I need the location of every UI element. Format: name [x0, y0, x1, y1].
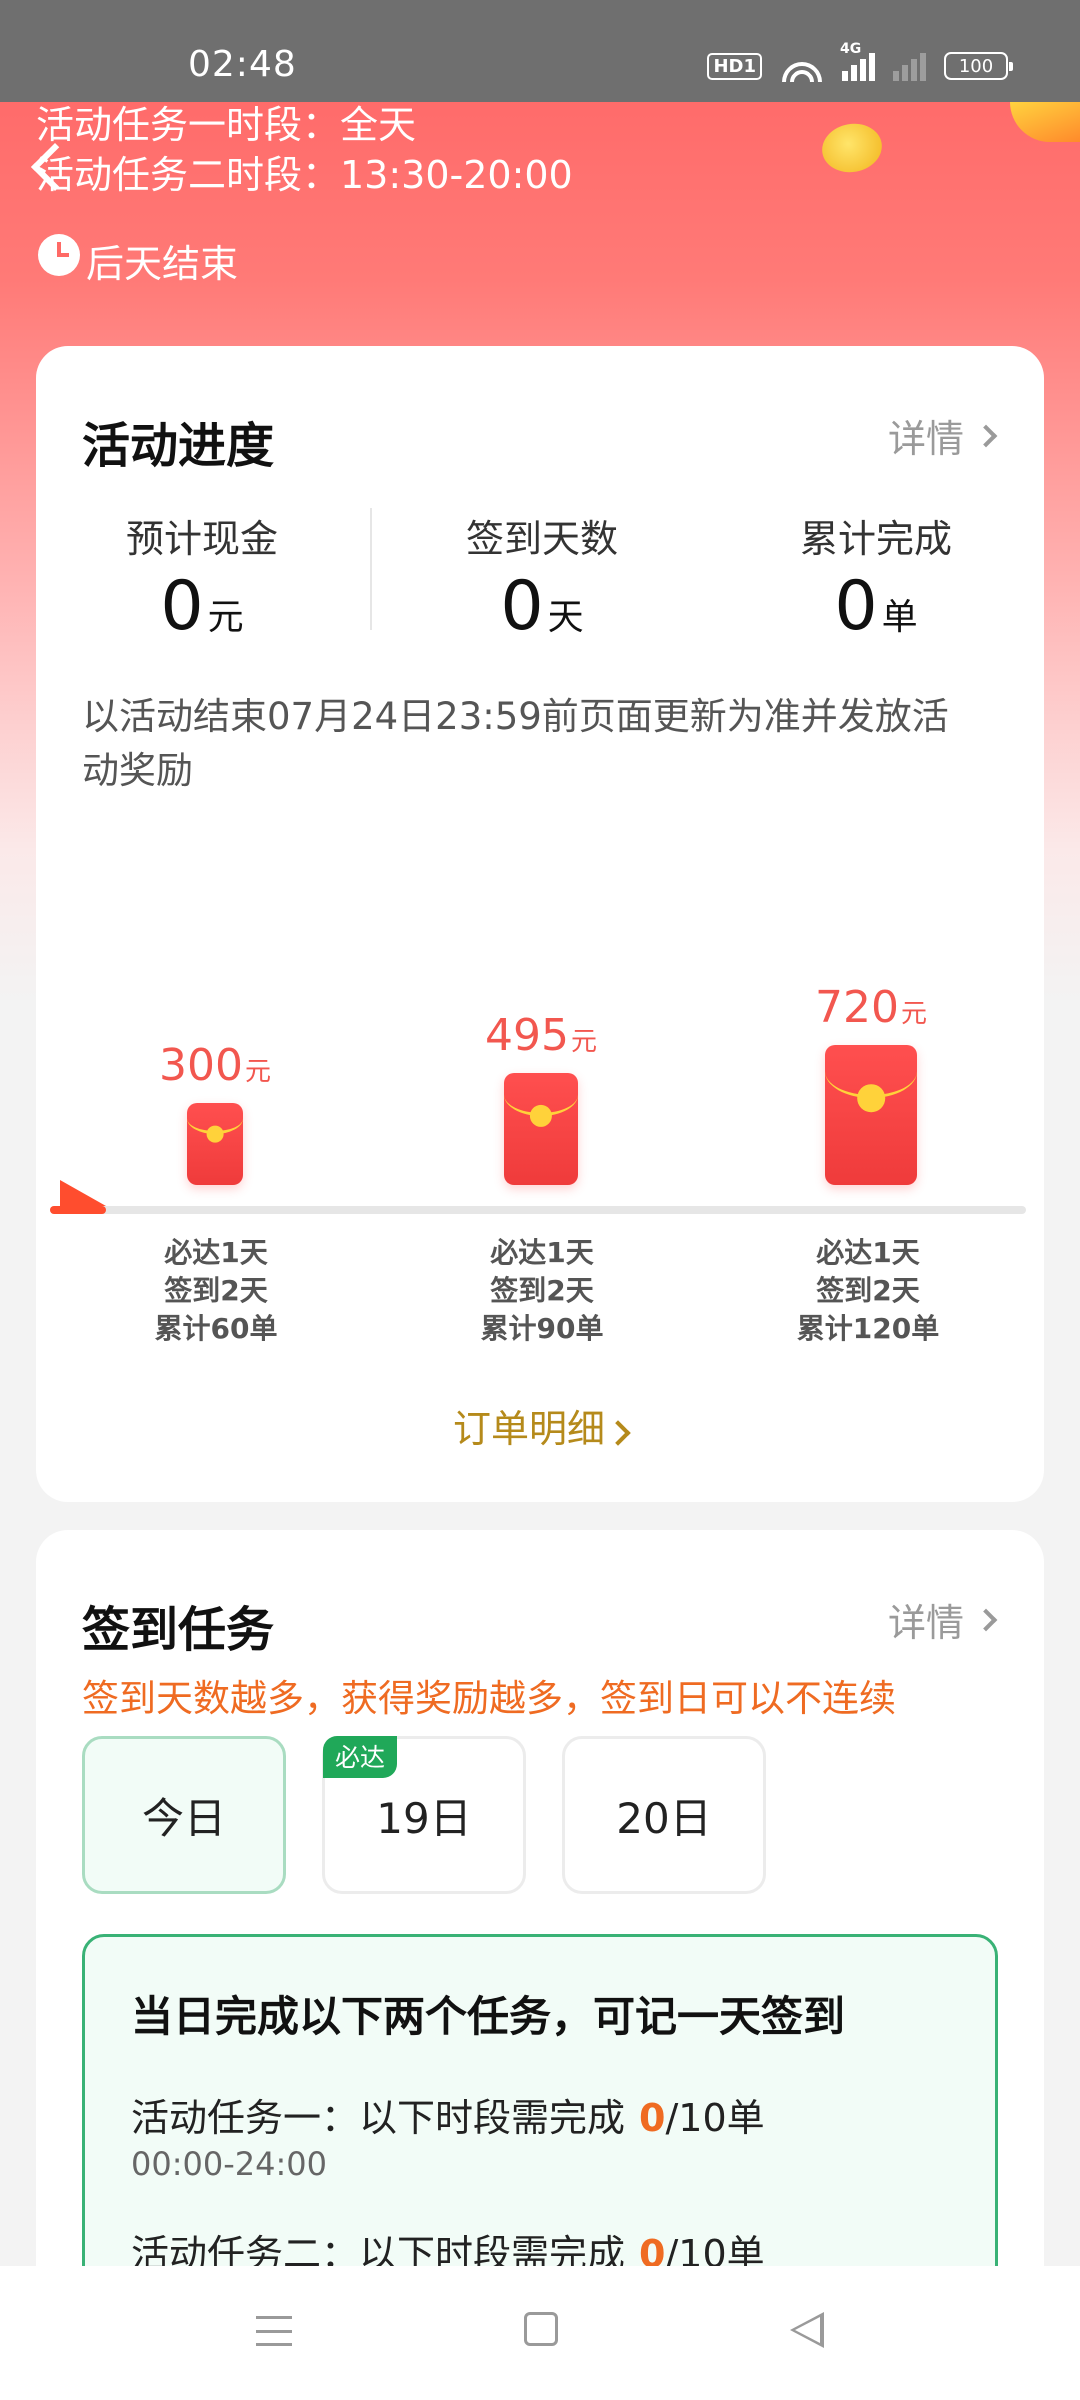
- progress-fill: [50, 1206, 106, 1214]
- reward-amount: 300元: [159, 1040, 271, 1091]
- stat-label: 累计完成: [799, 517, 952, 561]
- day-tab-20[interactable]: 20日: [562, 1736, 766, 1894]
- must-reach-badge: 必达: [323, 1736, 398, 1778]
- activity-ends-text: 后天结束: [86, 242, 239, 286]
- chevron-right-icon: [974, 1608, 998, 1631]
- progress-detail-link[interactable]: 详情: [887, 408, 998, 463]
- red-envelope-icon: [187, 1103, 243, 1185]
- stat-divider: [370, 508, 372, 630]
- stat-value: 0天: [500, 567, 584, 646]
- reward-amount: 495元: [485, 1010, 597, 1061]
- task-1: 活动任务一：以下时段需完成 0/10单: [131, 2096, 765, 2140]
- stat-label: 预计现金: [125, 517, 278, 561]
- checkin-title: 签到任务: [82, 1602, 275, 1658]
- stat-label: 签到天数: [465, 517, 618, 561]
- reward-amount: 720元: [815, 982, 927, 1033]
- clock-icon: [38, 234, 80, 276]
- flag-icon: [60, 1180, 106, 1206]
- detail-label: 详情: [887, 1601, 964, 1645]
- back-icon[interactable]: [790, 2312, 824, 2348]
- task-1-time: 00:00-24:00: [131, 2145, 327, 2183]
- detail-label: 详情: [887, 417, 964, 461]
- red-envelope-icon: [504, 1073, 578, 1185]
- hd-icon: HD1: [707, 52, 762, 80]
- order-detail-link[interactable]: 订单明细: [0, 1398, 1080, 1453]
- chevron-right-icon: [605, 1420, 631, 1446]
- status-time: 02:48: [188, 44, 297, 85]
- reward-milestone-1: 300元: [100, 1040, 330, 1185]
- reward-conditions-2: 必达1天 签到2天 累计90单: [480, 1236, 604, 1345]
- task-1-total: /10单: [665, 2096, 765, 2140]
- reward-notice: 以活动结束07月24日23:59前页面更新为准并发放活动奖励: [82, 695, 949, 792]
- progress-title: 活动进度: [82, 418, 275, 474]
- task-box-title: 当日完成以下两个任务，可记一天签到: [131, 1992, 846, 2041]
- stat-orders: 累计完成 0单: [726, 508, 1026, 646]
- stat-cash: 预计现金 0元: [52, 508, 352, 646]
- network-type: 4G: [840, 41, 862, 57]
- task-1-done: 0: [639, 2096, 666, 2140]
- wifi-icon: [780, 50, 824, 82]
- hero-task2-time: 活动任务二时段：13:30-20:00: [36, 153, 573, 197]
- stat-value: 0单: [834, 567, 918, 646]
- checkin-detail-link[interactable]: 详情: [887, 1592, 998, 1647]
- menu-icon[interactable]: [256, 2316, 292, 2346]
- system-nav-bar: [0, 2266, 1080, 2400]
- reward-milestone-3: 720元: [756, 982, 986, 1185]
- day-tab-19[interactable]: 必达 19日: [322, 1736, 526, 1894]
- hero-task1-time: 活动任务一时段：全天: [36, 103, 417, 147]
- stat-value: 0元: [160, 567, 244, 646]
- battery-icon: 100: [944, 52, 1013, 80]
- task-box: 当日完成以下两个任务，可记一天签到 活动任务一：以下时段需完成 0/10单 00:…: [82, 1934, 998, 2314]
- progress-track: [50, 1206, 1026, 1214]
- signal-2-icon: [893, 51, 926, 81]
- stat-checkin-days: 签到天数 0天: [392, 508, 692, 646]
- home-icon[interactable]: [524, 2312, 558, 2346]
- day-tab-today[interactable]: 今日: [82, 1736, 286, 1894]
- red-envelope-icon: [825, 1045, 917, 1185]
- chevron-right-icon: [974, 424, 998, 447]
- reward-milestone-2: 495元: [426, 1010, 656, 1185]
- status-bar: 02:48 HD1 4G 100: [0, 0, 1080, 102]
- checkin-hint: 签到天数越多，获得奖励越多，签到日可以不连续: [82, 1677, 896, 1720]
- reward-conditions-3: 必达1天 签到2天 累计120单: [796, 1236, 940, 1345]
- signal-icon: 4G: [840, 41, 875, 81]
- reward-conditions-1: 必达1天 签到2天 累计60单: [154, 1236, 278, 1345]
- status-icons: HD1 4G 100: [707, 41, 1013, 82]
